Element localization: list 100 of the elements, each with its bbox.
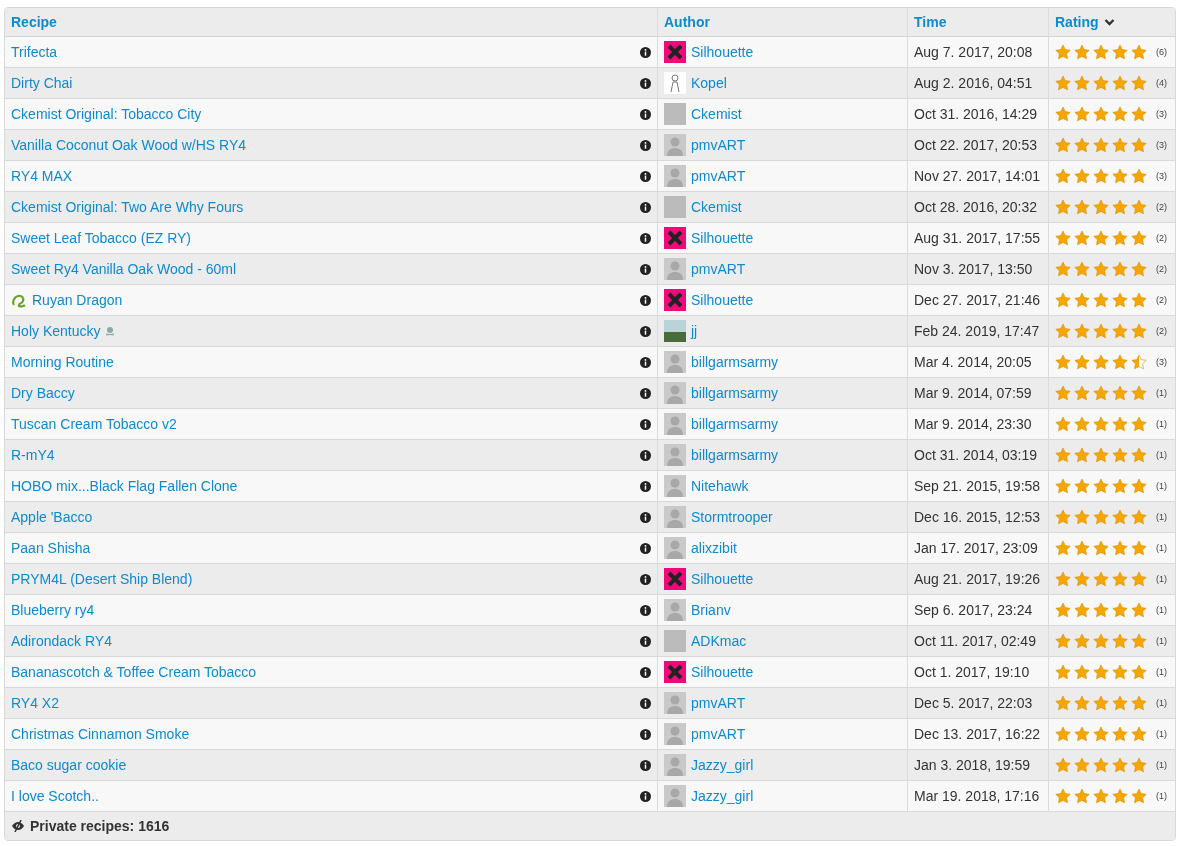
recipe-name-link[interactable]: Adirondack RY4 [11, 633, 112, 649]
author-name-link[interactable]: Silhouette [691, 571, 754, 587]
info-icon[interactable] [640, 542, 651, 554]
recipe-name-link[interactable]: Ckemist Original: Two Are Why Fours [11, 199, 244, 215]
recipe-name-link[interactable]: Christmas Cinnamon Smoke [11, 726, 190, 742]
star-icon [1112, 509, 1128, 525]
recipe-name-link[interactable]: Apple 'Bacco [11, 509, 93, 525]
author-name-link[interactable]: jj [691, 323, 698, 339]
info-icon[interactable] [640, 356, 651, 368]
info-icon[interactable] [640, 387, 651, 399]
photo-placeholder [664, 103, 686, 125]
recipe-name-link[interactable]: Tuscan Cream Tobacco v2 [11, 416, 177, 432]
time-text: Mar 19. 2018, 17:16 [914, 788, 1040, 804]
author-name-link[interactable]: Jazzy_girl [691, 788, 754, 804]
rating-count: (1) [1156, 760, 1167, 770]
recipe-name-link[interactable]: Sweet Leaf Tobacco (EZ RY) [11, 230, 192, 246]
author-name-link[interactable]: billgarmsarmy [691, 385, 779, 401]
recipe-name-link[interactable]: Morning Routine [11, 354, 114, 370]
recipe-name-link[interactable]: RY4 X2 [11, 695, 59, 711]
time-text: Oct 31. 2016, 14:29 [914, 106, 1037, 122]
author-name-link[interactable]: pmvART [691, 137, 746, 153]
author-name-link[interactable]: Silhouette [691, 664, 754, 680]
info-icon[interactable] [640, 139, 651, 151]
recipe-name-link[interactable]: R-mY4 [11, 447, 55, 463]
author-name-link[interactable]: alixzibit [691, 540, 737, 556]
info-icon[interactable] [640, 170, 651, 182]
author-name-link[interactable]: Ckemist [691, 199, 742, 215]
star-icon [1131, 230, 1147, 246]
info-icon[interactable] [640, 418, 651, 430]
cross-avatar-icon [664, 227, 686, 249]
info-icon[interactable] [640, 511, 651, 523]
author-name-link[interactable]: pmvART [691, 261, 746, 277]
info-icon[interactable] [640, 697, 651, 709]
recipe-name-link[interactable]: Ckemist Original: Tobacco City [11, 106, 202, 122]
info-icon[interactable] [640, 325, 651, 337]
recipe-name-link[interactable]: Ruyan Dragon [32, 292, 123, 308]
star-icon [1112, 633, 1128, 649]
author-name-link[interactable]: Stormtrooper [691, 509, 773, 525]
info-icon[interactable] [640, 108, 651, 120]
recipe-name-link[interactable]: Dirty Chai [11, 75, 73, 91]
recipe-name-link[interactable]: Blueberry ry4 [11, 602, 95, 618]
author-name-link[interactable]: Silhouette [691, 44, 754, 60]
info-icon[interactable] [640, 635, 651, 647]
author-name-link[interactable]: Silhouette [691, 292, 754, 308]
info-icon[interactable] [640, 263, 651, 275]
star-icon [1093, 447, 1109, 463]
recipe-column-header[interactable]: Recipe [11, 14, 57, 30]
author-name-link[interactable]: Silhouette [691, 230, 754, 246]
recipe-name-link[interactable]: Dry Baccy [11, 385, 75, 401]
recipe-name-link[interactable]: Holy Kentucky [11, 323, 101, 339]
info-icon[interactable] [640, 759, 651, 771]
recipe-name-link[interactable]: HOBO mix...Black Flag Fallen Clone [11, 478, 238, 494]
star-icon [1131, 540, 1147, 556]
star-icon [1074, 726, 1090, 742]
recipe-name-link[interactable]: PRYM4L (Desert Ship Blend) [11, 571, 193, 587]
info-icon[interactable] [640, 666, 651, 678]
recipe-name-link[interactable]: Baco sugar cookie [11, 757, 127, 773]
author-name-link[interactable]: Jazzy_girl [691, 757, 754, 773]
time-text: Dec 27. 2017, 21:46 [914, 292, 1041, 308]
author-name-link[interactable]: pmvART [691, 695, 746, 711]
author-name-link[interactable]: pmvART [691, 726, 746, 742]
info-icon[interactable] [640, 480, 651, 492]
recipe-name-link[interactable]: Trifecta [11, 44, 58, 60]
author-name-link[interactable]: Brianv [691, 602, 731, 618]
author-name-link[interactable]: Ckemist [691, 106, 742, 122]
time-column-header[interactable]: Time [914, 14, 947, 30]
author-name-link[interactable]: billgarmsarmy [691, 447, 779, 463]
person-silhouette-icon [664, 754, 686, 776]
recipe-name-link[interactable]: Vanilla Coconut Oak Wood w/HS RY4 [11, 137, 246, 153]
recipe-name-link[interactable]: Paan Shisha [11, 540, 91, 556]
author-name-link[interactable]: pmvART [691, 168, 746, 184]
info-icon[interactable] [640, 201, 651, 213]
author-name-link[interactable]: Nitehawk [691, 478, 749, 494]
author-name-link[interactable]: billgarmsarmy [691, 416, 779, 432]
star-icon [1112, 478, 1128, 494]
recipe-name-link[interactable]: RY4 MAX [11, 168, 73, 184]
info-icon[interactable] [640, 728, 651, 740]
info-icon[interactable] [640, 573, 651, 585]
info-icon[interactable] [640, 449, 651, 461]
info-icon[interactable] [640, 294, 651, 306]
author-name-link[interactable]: Kopel [691, 75, 727, 91]
info-icon[interactable] [640, 232, 651, 244]
star-icon [1131, 75, 1147, 91]
chevron-down-icon[interactable] [1103, 17, 1115, 27]
author-name-link[interactable]: ADKmac [691, 633, 747, 649]
info-icon[interactable] [640, 604, 651, 616]
rating-count: (6) [1156, 47, 1167, 57]
info-icon[interactable] [640, 77, 651, 89]
author-column-header[interactable]: Author [664, 14, 710, 30]
rating-column-header[interactable]: Rating [1055, 14, 1099, 30]
recipe-name-link[interactable]: Bananascotch & Toffee Cream Tobacco [11, 664, 257, 680]
author-name-link[interactable]: billgarmsarmy [691, 354, 779, 370]
recipe-name-link[interactable]: Sweet Ry4 Vanilla Oak Wood - 60ml [11, 261, 237, 277]
landscape-avatar-icon [664, 320, 686, 342]
info-icon[interactable] [640, 46, 651, 58]
info-icon[interactable] [640, 790, 651, 802]
star-icon [1074, 695, 1090, 711]
star-icon [1131, 261, 1147, 277]
star-icon [1093, 199, 1109, 215]
recipe-name-link[interactable]: I love Scotch.. [11, 788, 99, 804]
